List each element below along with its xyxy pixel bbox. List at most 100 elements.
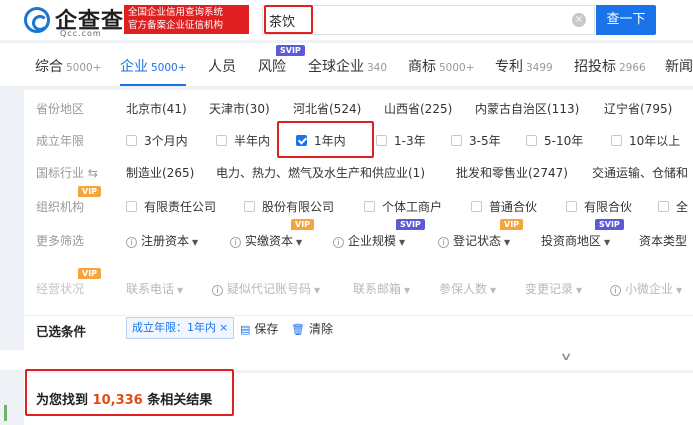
filter-row-org: 组织机构 有限责任公司 股份有限公司 个体工商户 普通合伙 有限合伙 全: [24, 194, 693, 218]
filter-option[interactable]: 山西省(225): [384, 100, 452, 117]
header-bar: 企查查 Qcc.com 全国企业信用查询系统 官方备案企业征信机构 茶饮 × 查…: [0, 0, 693, 40]
caret-down-icon: ▼: [192, 238, 199, 247]
caret-down-icon: ▼: [399, 238, 406, 247]
checkbox-icon[interactable]: [526, 135, 537, 146]
dropdown-capital-type[interactable]: 资本类型: [639, 232, 687, 249]
caret-down-icon: ▼: [504, 238, 511, 247]
active-tab-indicator: [120, 84, 186, 86]
info-icon: i: [333, 237, 344, 248]
filter-label: 国标行业 ⇆: [36, 166, 98, 180]
filter-option[interactable]: 交通运输、仓储和: [592, 164, 688, 181]
dropdown-change-records[interactable]: 变更记录 ▼: [525, 280, 582, 297]
caret-down-icon: ▼: [676, 286, 683, 295]
save-filter-button[interactable]: ▤ 保存: [240, 320, 278, 337]
checkbox-icon[interactable]: [451, 135, 462, 146]
checkbox-icon[interactable]: [471, 201, 482, 212]
filter-checkbox[interactable]: 5-10年: [526, 132, 583, 149]
filter-option[interactable]: 制造业(265): [126, 164, 194, 181]
checkbox-icon[interactable]: [244, 201, 255, 212]
caret-down-icon: ▼: [296, 238, 303, 247]
caret-down-icon: ▼: [576, 286, 583, 295]
info-icon: i: [610, 285, 621, 296]
dropdown-phone[interactable]: 联系电话 ▼: [126, 280, 183, 297]
dropdown-paid-capital[interactable]: i 实缴资本 ▼: [230, 232, 302, 249]
filter-row-region: 省份地区 北京市(41) 天津市(30) 河北省(524) 山西省(225) 内…: [24, 96, 693, 120]
dropdown-investor-region[interactable]: 投资商地区 ▼: [541, 232, 610, 249]
info-icon: i: [438, 237, 449, 248]
official-badge: 全国企业信用查询系统 官方备案企业征信机构: [124, 5, 249, 34]
caret-down-icon: ▼: [604, 238, 611, 247]
dropdown-company-size[interactable]: i 企业规模 ▼: [333, 232, 405, 249]
filter-checkbox[interactable]: 有限合伙: [566, 198, 632, 215]
filter-checkbox[interactable]: 个体工商户: [364, 198, 442, 215]
tab-risk[interactable]: 风险: [258, 56, 286, 76]
checkbox-icon[interactable]: [364, 201, 375, 212]
filter-option[interactable]: 批发和零售业(2747): [456, 164, 568, 181]
checkbox-icon[interactable]: [658, 201, 669, 212]
tab-people[interactable]: 人员: [208, 56, 236, 76]
filter-checkbox[interactable]: 3个月内: [126, 132, 188, 149]
filter-checkbox[interactable]: 10年以上: [611, 132, 680, 149]
checkbox-icon[interactable]: [376, 135, 387, 146]
selected-filter-chip[interactable]: 成立年限：1年内 ×: [126, 317, 235, 339]
filter-option[interactable]: 北京市(41): [126, 100, 187, 117]
chevron-down-icon[interactable]: ∨: [560, 350, 573, 363]
tab-overview[interactable]: 综合 5000+: [35, 56, 102, 76]
checkbox-icon[interactable]: [216, 135, 227, 146]
caret-down-icon: ▼: [314, 286, 321, 295]
dropdown-small-business[interactable]: i 小微企业 ▼: [610, 280, 682, 297]
tab-bidding[interactable]: 招投标 2966: [574, 56, 646, 76]
tab-company[interactable]: 企业 5000+: [120, 56, 187, 76]
filter-checkbox[interactable]: 全: [658, 198, 688, 215]
logo-icon[interactable]: [24, 7, 50, 33]
badge-line-2: 官方备案企业征信机构: [128, 20, 224, 31]
caret-down-icon: ▼: [404, 286, 411, 295]
filter-checkbox[interactable]: 3-5年: [451, 132, 501, 149]
dropdown-email[interactable]: 联系邮箱 ▼: [353, 280, 410, 297]
collapse-bar: ∨: [0, 350, 693, 370]
side-marker: [4, 405, 7, 421]
dropdown-bookkeeping-number[interactable]: i 疑似代记账号码 ▼: [212, 280, 320, 297]
caret-down-icon: ▼: [490, 286, 497, 295]
filter-label: 成立年限: [36, 134, 85, 148]
filter-option[interactable]: 辽宁省(795): [604, 100, 672, 117]
filter-label: 更多筛选: [36, 234, 85, 248]
chip-close-icon[interactable]: ×: [219, 321, 228, 334]
checkbox-icon[interactable]: [566, 201, 577, 212]
filter-row-more: 更多筛选 i 注册资本 ▼ i 实缴资本 ▼ i 企业规模 ▼ i 登记状态 ▼ 投资商地区 ▼ …: [24, 228, 693, 252]
caret-down-icon: ▼: [177, 286, 184, 295]
checkbox-icon[interactable]: [126, 135, 137, 146]
filter-row-status: 经营状况 联系电话 ▼ i 疑似代记账号码 ▼ 联系邮箱 ▼ 参保人数 ▼ 变更记录 ▼ i…: [24, 276, 693, 300]
dropdown-registration-status[interactable]: i 登记状态 ▼: [438, 232, 510, 249]
filter-option[interactable]: 内蒙古自治区(113): [475, 100, 579, 117]
filter-option[interactable]: 河北省(524): [293, 100, 361, 117]
category-tabs: 综合 5000+ 企业 5000+ 人员 风险 SVIP 全球企业 340 商标 500…: [0, 43, 693, 87]
filter-checkbox[interactable]: 1-3年: [376, 132, 426, 149]
info-icon: i: [212, 285, 223, 296]
dropdown-registered-capital[interactable]: i 注册资本 ▼: [126, 232, 198, 249]
filter-label: 组织机构: [36, 200, 85, 214]
checkbox-icon[interactable]: [611, 135, 622, 146]
filter-checkbox[interactable]: 普通合伙: [471, 198, 537, 215]
search-button[interactable]: 查一下: [596, 5, 656, 35]
clear-filter-button[interactable]: 🗑 清除: [291, 320, 333, 337]
tab-news[interactable]: 新闻: [665, 56, 693, 76]
tab-patent[interactable]: 专利 3499: [495, 56, 553, 76]
filter-option[interactable]: 天津市(30): [209, 100, 270, 117]
dropdown-insured-count[interactable]: 参保人数 ▼: [439, 280, 496, 297]
filter-option[interactable]: 电力、热力、燃气及水生产和供应业(1): [216, 164, 425, 181]
tab-global-company[interactable]: 全球企业 340: [308, 56, 387, 76]
filter-label: 省份地区: [36, 102, 85, 116]
filter-checkbox[interactable]: 股份有限公司: [244, 198, 334, 215]
svip-badge: SVIP: [276, 45, 305, 56]
filter-checkbox[interactable]: 半年内: [216, 132, 270, 149]
badge-line-1: 全国企业信用查询系统: [128, 7, 224, 18]
clear-search-icon[interactable]: ×: [572, 13, 586, 27]
filter-checkbox[interactable]: 有限责任公司: [126, 198, 216, 215]
search-highlight-box: [264, 5, 313, 34]
filter-row-industry: 国标行业 ⇆ 制造业(265) 电力、热力、燃气及水生产和供应业(1) 批发和零…: [24, 160, 693, 184]
checkbox-icon[interactable]: [126, 201, 137, 212]
result-highlight-box: [25, 369, 234, 416]
tab-trademark[interactable]: 商标 5000+: [408, 56, 475, 76]
logo-subtitle: Qcc.com: [60, 29, 102, 38]
